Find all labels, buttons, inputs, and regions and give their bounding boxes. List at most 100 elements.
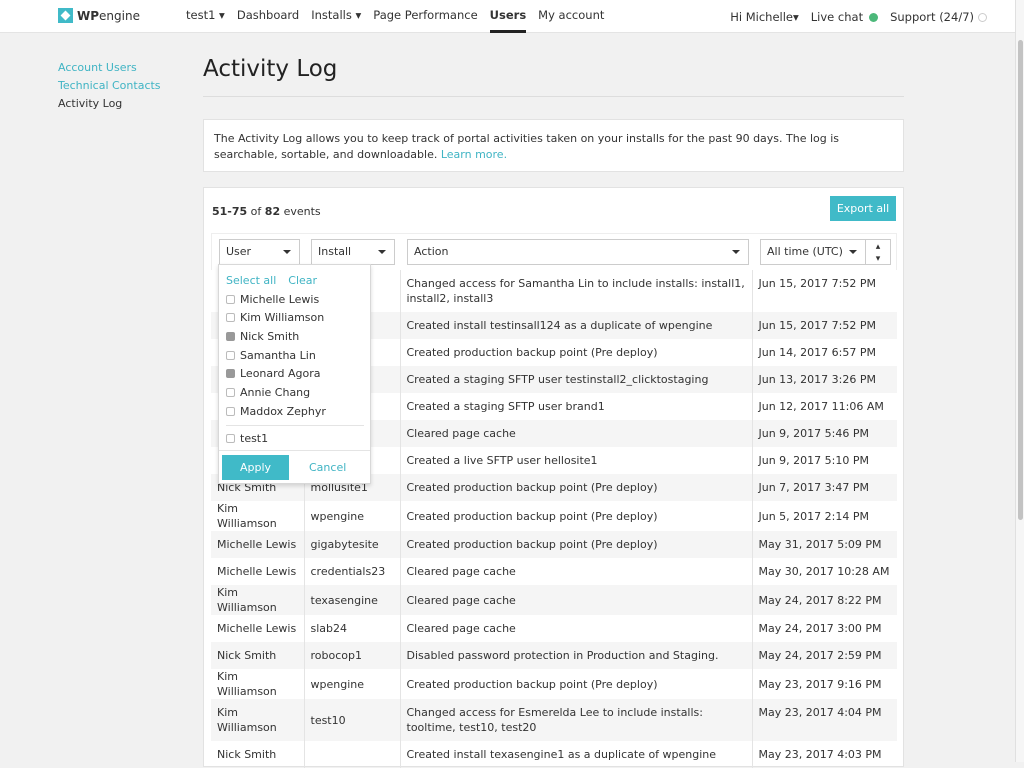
checkbox[interactable] [226, 350, 235, 360]
cell-date: Jun 12, 2017 11:06 AM [751, 393, 897, 420]
cell-action: Cleared page cache [399, 585, 752, 615]
user-option[interactable]: Annie Chang [226, 384, 310, 402]
live-chat-link[interactable]: Live chat [810, 9, 879, 24]
caret-down-icon [283, 250, 291, 254]
export-all-button[interactable]: Export all [830, 196, 896, 221]
checkbox[interactable] [226, 331, 235, 341]
select-all-link[interactable]: Select all [226, 274, 276, 287]
cell-user: Kim Williamson [211, 699, 304, 741]
cell-date: May 31, 2017 5:09 PM [751, 531, 897, 558]
cell-date: May 23, 2017 4:03 PM [751, 741, 897, 768]
user-menu[interactable]: Hi Michelle▾ [730, 10, 799, 24]
user-option[interactable]: Michelle Lewis [226, 290, 319, 308]
cell-date: May 23, 2017 9:16 PM [751, 669, 897, 699]
support-link[interactable]: Support (24/7) [890, 10, 987, 24]
cell-action: Created a staging SFTP user testinstall2… [399, 366, 752, 393]
support-label: Support (24/7) [890, 9, 974, 24]
cell-action: Created production backup point (Pre dep… [399, 339, 752, 366]
nav-item[interactable]: Installs ▾ [311, 0, 361, 33]
cell-action: Cleared page cache [399, 420, 752, 447]
user-option[interactable]: Samantha Lin [226, 346, 316, 364]
cell-user: Kim Williamson [217, 502, 277, 530]
cell-date: Jun 13, 2017 3:26 PM [751, 366, 897, 393]
cell-action: Cleared page cache [399, 615, 752, 642]
user-option[interactable]: Nick Smith [226, 327, 299, 345]
cell-user: Michelle Lewis [217, 622, 297, 635]
user-option[interactable]: Maddox Zephyr [226, 402, 326, 420]
cell-date: Jun 5, 2017 2:14 PM [751, 501, 897, 531]
cell-action: Created install testinsall124 as a dupli… [399, 312, 752, 339]
option-test1[interactable]: test1 [226, 429, 268, 447]
time-filter[interactable]: All time (UTC) [760, 239, 866, 265]
table-row: Kim Williamson texasengine Cleared page ca… [211, 585, 897, 615]
nav-item[interactable]: Page Performance [373, 0, 477, 33]
checkbox[interactable] [226, 433, 235, 443]
nav-item[interactable]: test1 ▾ [186, 0, 225, 33]
cell-date: May 24, 2017 8:22 PM [751, 585, 897, 615]
user-option[interactable]: Leonard Agora [226, 365, 320, 383]
checkbox[interactable] [226, 388, 235, 397]
apply-button[interactable]: Apply [222, 455, 289, 480]
cell-date: May 30, 2017 10:28 AM [751, 558, 897, 585]
learn-more-link[interactable]: Learn more. [441, 148, 507, 161]
install-filter[interactable]: Install [311, 239, 395, 265]
cell-date: Jun 15, 2017 7:52 PM [751, 270, 897, 312]
nav-item[interactable]: Users [489, 0, 526, 33]
cell-action: Disabled password protection in Producti… [399, 642, 752, 669]
table-row: Kim Williamson wpengine Created production… [211, 501, 897, 531]
checkbox[interactable] [226, 369, 235, 379]
nav-item[interactable]: Dashboard [237, 0, 299, 33]
cell-install: robocop1 [303, 642, 400, 669]
wpengine-logo[interactable]: WPengine [58, 8, 140, 23]
user-option[interactable]: Kim Williamson [226, 309, 324, 327]
option-label: Maddox Zephyr [240, 404, 326, 418]
cancel-button[interactable]: Cancel [309, 461, 346, 474]
cell-date: May 23, 2017 4:04 PM [751, 699, 897, 741]
divider [203, 96, 904, 97]
cell-action: Created production backup point (Pre dep… [399, 474, 752, 501]
scrollbar[interactable] [1015, 0, 1024, 762]
cell-install: test10 [303, 699, 400, 741]
clear-link[interactable]: Clear [288, 274, 317, 287]
sidebar: Account Users Technical Contacts Activit… [58, 59, 161, 113]
sidebar-item-account-users[interactable]: Account Users [58, 59, 161, 77]
divider [226, 425, 364, 426]
cell-install [303, 741, 400, 768]
sidebar-item-activity-log[interactable]: Activity Log [58, 95, 161, 113]
sort-icon: ▴ ▾ [875, 242, 881, 264]
nav-item[interactable]: My account [538, 0, 604, 33]
logo-icon [58, 8, 73, 23]
cell-action: Created production backup point (Pre dep… [399, 531, 752, 558]
user-filter-dropdown: Select all Clear Michelle Lewis Kim Willia… [218, 264, 371, 484]
cell-install: gigabytesite [303, 531, 400, 558]
table-row: Kim Williamson test10 Changed access for E… [211, 699, 897, 741]
checkbox[interactable] [226, 406, 235, 416]
caret-down-icon [732, 250, 740, 254]
cell-action: Changed access for Samantha Lin to inclu… [399, 270, 752, 312]
page-title: Activity Log [203, 56, 338, 82]
cell-date: May 24, 2017 2:59 PM [751, 642, 897, 669]
sort-button[interactable]: ▴ ▾ [865, 239, 891, 265]
action-filter[interactable]: Action [407, 239, 749, 265]
cell-install: wpengine [303, 501, 400, 531]
info-icon [978, 12, 987, 22]
table-row: Nick Smith robocop1 Disabled password prot… [211, 642, 897, 669]
cell-date: Jun 14, 2017 6:57 PM [751, 339, 897, 366]
option-label: Nick Smith [240, 329, 300, 343]
scrollbar-thumb[interactable] [1018, 40, 1023, 520]
live-chat-label: Live chat [810, 9, 864, 24]
cell-install: texasengine [303, 585, 400, 615]
cell-date: Jun 7, 2017 3:47 PM [751, 474, 897, 501]
option-label: Leonard Agora [240, 367, 321, 381]
cell-action: Changed access for Esmerelda Lee to incl… [399, 699, 752, 741]
checkbox[interactable] [226, 294, 235, 304]
caret-down-icon [849, 250, 857, 254]
cell-action: Cleared page cache [399, 558, 752, 585]
user-filter[interactable]: User [219, 239, 300, 265]
checkbox[interactable] [226, 313, 235, 323]
sidebar-item-technical-contacts[interactable]: Technical Contacts [58, 77, 161, 95]
caret-down-icon [378, 250, 386, 254]
cell-install: credentials23 [303, 558, 400, 585]
table-row: Kim Williamson wpengine Created production… [211, 669, 897, 699]
table-row: Michelle Lewis slab24 Cleared page cache Ma… [211, 615, 897, 642]
